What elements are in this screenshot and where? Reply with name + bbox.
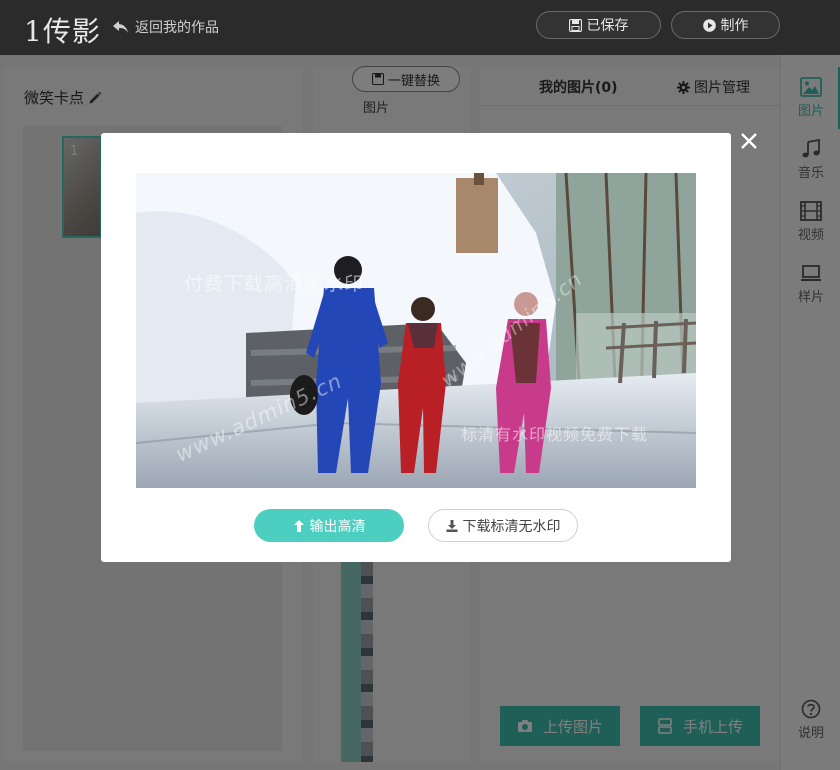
download-sd-label: 下载标清无水印 (462, 518, 561, 535)
back-link-label: 返回我的作品 (135, 20, 219, 36)
app-logo[interactable]: 1传影 (24, 10, 101, 50)
download-sd-button[interactable]: 下载标清无水印 (428, 509, 578, 542)
back-to-works-link[interactable]: 返回我的作品 (112, 17, 219, 37)
play-circle-icon (702, 18, 716, 32)
export-hd-button[interactable]: 输出高清 (254, 509, 404, 542)
export-preview-modal: 付费下载高清无水印 标清有水印视频免费下载 www.admin5.cn www.… (101, 133, 731, 562)
saved-button[interactable]: 已保存 (536, 11, 661, 39)
saved-label: 已保存 (586, 18, 629, 34)
watermark-bottom: 标清有水印视频免费下载 (461, 425, 649, 444)
save-disk-icon (568, 18, 582, 32)
close-icon[interactable] (738, 130, 760, 152)
watermark-top: 付费下载高清无水印 (184, 273, 365, 295)
top-bar: 1传影 返回我的作品 已保存 制作 (0, 0, 840, 55)
make-button[interactable]: 制作 (671, 11, 780, 39)
download-icon (446, 519, 457, 532)
export-hd-label: 输出高清 (309, 518, 366, 535)
make-label: 制作 (720, 18, 749, 34)
upload-arrow-icon (293, 519, 304, 532)
video-preview: 付费下载高清无水印 标清有水印视频免费下载 www.admin5.cn www.… (136, 173, 696, 488)
back-arrow-icon (113, 20, 128, 33)
